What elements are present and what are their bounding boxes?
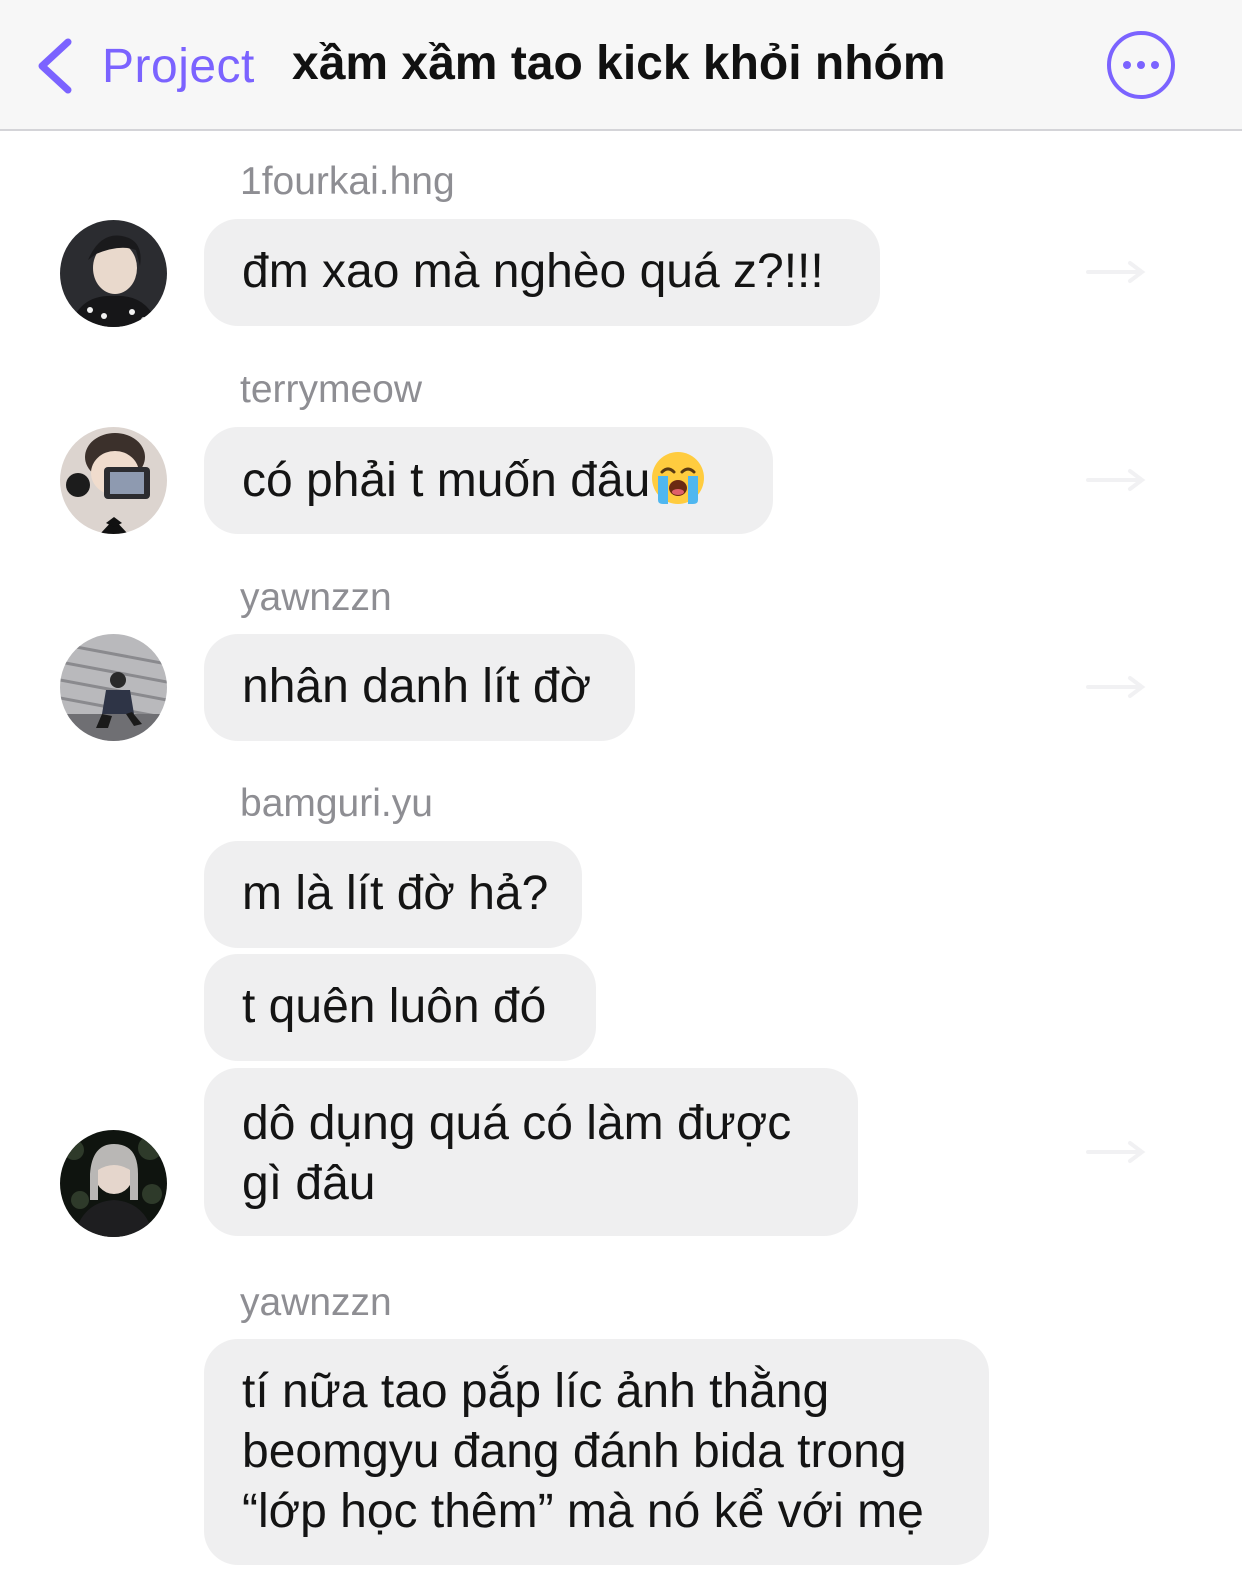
more-options-button[interactable] (1107, 31, 1175, 99)
back-label: Project (102, 39, 255, 93)
message-text-line: dô dụng quá có làm được (242, 1097, 792, 1150)
avatar[interactable] (60, 634, 167, 741)
loudly-crying-face-icon (652, 452, 705, 504)
message-bubble[interactable]: có phải t muốn đâu (204, 427, 773, 534)
message-text: t quên luôn đó (242, 980, 547, 1033)
message-text-line: gì đâu (242, 1157, 376, 1210)
message-text-line: “lớp học thêm” mà nó kể với mẹ (242, 1485, 924, 1538)
message-text: đm xao mà nghèo quá z?!!! (242, 245, 824, 298)
back-button[interactable]: Project (34, 34, 255, 98)
message-text: có phải t muốn đâu (242, 454, 651, 507)
sender-name: yawnzzn (240, 1281, 392, 1324)
avatar[interactable] (60, 1130, 167, 1237)
chevron-left-icon (38, 38, 72, 94)
message-bubble[interactable]: t quên luôn đó (204, 954, 596, 1061)
message-bubble[interactable]: tí nữa tao pắp líc ảnh thằng beomgyu đan… (204, 1339, 989, 1565)
message-text: m là lít đờ hả? (242, 867, 549, 920)
message-text-line: tí nữa tao pắp líc ảnh thằng (242, 1365, 830, 1418)
more-dot-icon (1123, 61, 1131, 69)
sender-name: 1fourkai.hng (240, 160, 455, 203)
avatar[interactable] (60, 427, 167, 534)
chat-header: Project xầm xầm tao kick khỏi nhóm (0, 0, 1242, 131)
message-text-line: beomgyu đang đánh bida trong (242, 1425, 907, 1478)
message-bubble[interactable]: dô dụng quá có làm được gì đâu (204, 1068, 858, 1236)
sender-name: terrymeow (240, 368, 423, 411)
more-dot-icon (1137, 61, 1145, 69)
message-bubble[interactable]: nhân danh lít đờ (204, 634, 635, 741)
message-bubble[interactable]: đm xao mà nghèo quá z?!!! (204, 219, 880, 326)
share-arrow-icon[interactable] (1084, 259, 1148, 285)
share-arrow-icon[interactable] (1084, 674, 1148, 700)
message-bubble[interactable]: m là lít đờ hả? (204, 841, 582, 948)
sender-name: bamguri.yu (240, 782, 433, 825)
more-dot-icon (1151, 61, 1159, 69)
share-arrow-icon[interactable] (1084, 467, 1148, 493)
avatar[interactable] (60, 220, 167, 327)
share-arrow-icon[interactable] (1084, 1139, 1148, 1165)
sender-name: yawnzzn (240, 576, 392, 619)
message-text: nhân danh lít đờ (242, 660, 592, 713)
chat-title: xầm xầm tao kick khỏi nhóm (292, 37, 946, 90)
